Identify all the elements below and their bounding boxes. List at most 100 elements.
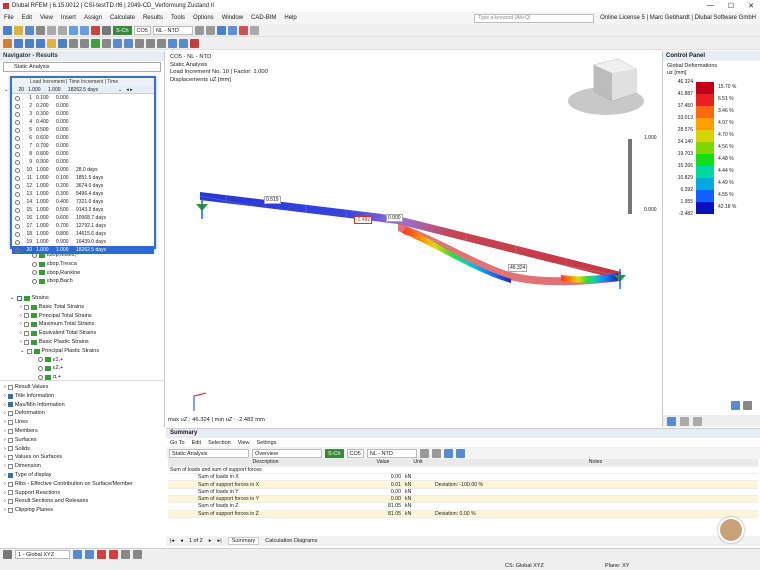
assistant-avatar[interactable] bbox=[718, 517, 744, 543]
move-icon[interactable] bbox=[135, 38, 144, 48]
dropdown-row[interactable]: 15 1.000 0.500 9143.3 days bbox=[12, 206, 154, 214]
menu-results[interactable]: Results bbox=[143, 15, 163, 21]
values-icon[interactable] bbox=[238, 25, 248, 35]
tree-item[interactable]: › Max/Min Information bbox=[4, 401, 133, 410]
tree-item[interactable]: › Support Reactions bbox=[4, 489, 133, 498]
tree-item[interactable]: › Type of display bbox=[4, 471, 133, 480]
table-row[interactable]: Sum of support forces in X 0.01 kN Deviatio… bbox=[168, 480, 758, 489]
dropdown-row[interactable]: 6 0.600 0.000 bbox=[12, 134, 154, 142]
tree-item[interactable]: › Lines bbox=[4, 418, 133, 427]
view-icon[interactable] bbox=[69, 25, 78, 35]
surface-icon[interactable] bbox=[47, 38, 56, 48]
tree-item[interactable]: ⌄ Principal Plastic Strains bbox=[10, 347, 99, 356]
menu-cad-bim[interactable]: CAD-BIM bbox=[251, 15, 276, 21]
tree-item[interactable]: › Principal Total Strains bbox=[10, 312, 99, 321]
tree-item[interactable]: › Maximum Total Strains bbox=[10, 320, 99, 329]
cs-select[interactable]: 1 - Global XYZ bbox=[15, 549, 70, 559]
menu-tools[interactable]: Tools bbox=[171, 15, 185, 21]
tree-item[interactable]: › Equivalent Total Strains bbox=[10, 329, 99, 338]
tree-item[interactable]: εbop,Tresca bbox=[32, 260, 80, 269]
dropdown-row[interactable]: 3 0.300 0.000 bbox=[12, 110, 154, 118]
view-front-icon[interactable] bbox=[168, 38, 177, 48]
tree-strains-root[interactable]: ⌄ Strains bbox=[10, 294, 99, 303]
table-row[interactable]: Sum of support forces in Z 81.05 kN Deviati… bbox=[168, 510, 758, 518]
dropdown-row[interactable]: 12 1.000 0.200 3674.0 days bbox=[12, 182, 154, 190]
summary-next-icon[interactable] bbox=[431, 448, 441, 458]
table-row[interactable]: Sum of loads in Z 81.05 kN bbox=[168, 502, 758, 511]
tree-item[interactable]: › Title Information bbox=[4, 392, 133, 401]
load-increment-dropdown[interactable]: Load Increment | Time Increment | Time 2… bbox=[10, 76, 156, 254]
cp-tab-filter-icon[interactable] bbox=[693, 416, 702, 426]
last-page-icon[interactable]: ▸| bbox=[218, 538, 222, 544]
new-icon[interactable] bbox=[3, 25, 12, 35]
dropdown-row[interactable]: 7 0.700 0.000 bbox=[12, 142, 154, 150]
summary-combo[interactable]: CO5 bbox=[346, 448, 364, 458]
model-view[interactable]: 0.519 -2.482 0.000 46.324 1.000 0.000 ma… bbox=[166, 51, 661, 427]
dropdown-row[interactable]: 20 1.000 1.000 18262.5 days bbox=[12, 246, 154, 254]
summary-filter-icon[interactable] bbox=[443, 448, 453, 458]
hinge-icon[interactable] bbox=[80, 38, 89, 48]
cp-tab-scale-icon[interactable] bbox=[680, 416, 689, 426]
tree-item[interactable]: › Basic Total Strains bbox=[10, 303, 99, 312]
summary-menu-goto[interactable]: Go To bbox=[170, 440, 185, 446]
summary-menu-settings[interactable]: Settings bbox=[257, 440, 277, 446]
arc-draw-icon[interactable] bbox=[109, 549, 118, 559]
combo-select[interactable]: CO5 bbox=[133, 25, 151, 35]
redo-icon[interactable] bbox=[58, 25, 67, 35]
summary-menu-view[interactable]: View bbox=[238, 440, 250, 446]
menu-assign[interactable]: Assign bbox=[84, 15, 102, 21]
table-row[interactable]: Sum of support forces in Y 0.00 kN bbox=[168, 495, 758, 504]
dropdown-row[interactable]: 4 0.400 0.000 bbox=[12, 118, 154, 126]
menu-insert[interactable]: Insert bbox=[61, 15, 76, 21]
table-row[interactable]: Sum of loads in Y 0.00 kN bbox=[168, 488, 758, 497]
support-icon[interactable] bbox=[69, 38, 78, 48]
cp-tab-legend-icon[interactable] bbox=[667, 416, 676, 426]
node-icon[interactable] bbox=[14, 38, 23, 48]
menu-view[interactable]: View bbox=[40, 15, 53, 21]
line-icon[interactable] bbox=[25, 38, 34, 48]
snap-grid-icon[interactable] bbox=[73, 549, 82, 559]
section-icon[interactable] bbox=[133, 549, 142, 559]
member-icon[interactable] bbox=[36, 38, 45, 48]
combo-desc[interactable]: NL - NTD bbox=[152, 25, 193, 35]
undo-icon[interactable] bbox=[47, 25, 56, 35]
first-page-icon[interactable]: |◂ bbox=[170, 538, 174, 544]
menu-help[interactable]: Help bbox=[284, 15, 296, 21]
maximize-icon[interactable]: ☐ bbox=[728, 2, 734, 10]
tree-item[interactable]: εbop,Bach bbox=[32, 277, 80, 286]
dropdown-row[interactable]: 2 0.200 0.000 bbox=[12, 102, 154, 110]
load-icon[interactable] bbox=[91, 38, 100, 48]
menu-window[interactable]: Window bbox=[222, 15, 243, 21]
dropdown-row[interactable]: 11 1.000 0.100 1851.5 days bbox=[12, 174, 154, 182]
snap-icon[interactable] bbox=[124, 38, 133, 48]
summary-overview-select[interactable]: Overview bbox=[252, 448, 322, 458]
dropdown-row[interactable]: 19 1.000 0.900 16439.0 days bbox=[12, 238, 154, 246]
mirror-icon[interactable] bbox=[157, 38, 166, 48]
dropdown-row[interactable]: 8 0.800 0.000 bbox=[12, 150, 154, 158]
dimension-icon[interactable] bbox=[121, 549, 130, 559]
summary-prev-icon[interactable] bbox=[419, 448, 429, 458]
tree-item[interactable]: › Result Sections and Releases bbox=[4, 497, 133, 506]
dropdown-row[interactable]: 17 1.000 0.700 12792.1 days bbox=[12, 222, 154, 230]
tree-item[interactable]: › Deformation bbox=[4, 409, 133, 418]
tree-item[interactable]: εbop,Rankine bbox=[32, 269, 80, 278]
tree-item[interactable]: › Clipping Planes bbox=[4, 506, 133, 515]
tree-item[interactable]: › Members bbox=[4, 427, 133, 436]
summary-menu-edit[interactable]: Edit bbox=[192, 440, 201, 446]
search-input[interactable]: Type a keyword (Alt+Q) bbox=[474, 13, 595, 23]
dropdown-row[interactable]: 9 0.900 0.000 bbox=[12, 158, 154, 166]
delete-icon[interactable] bbox=[190, 38, 199, 48]
cp-export-icon[interactable] bbox=[743, 401, 752, 410]
menu-file[interactable]: File bbox=[4, 15, 14, 21]
cp-settings-icon[interactable] bbox=[731, 401, 740, 410]
open-icon[interactable] bbox=[14, 25, 23, 35]
prev-icon[interactable] bbox=[194, 25, 204, 35]
dropdown-row[interactable]: 16 1.000 0.600 10968.7 days bbox=[12, 214, 154, 222]
display-icon[interactable] bbox=[216, 25, 226, 35]
tree-item[interactable]: › Basic Plastic Strains bbox=[10, 338, 99, 347]
next-icon[interactable] bbox=[205, 25, 215, 35]
tree-item[interactable]: ε2,+ bbox=[10, 364, 99, 373]
dropdown-current[interactable]: 20 1.000 1.000 18262.5 days ⌄ ◂ ▸ bbox=[12, 86, 154, 94]
view-cube[interactable] bbox=[568, 58, 644, 115]
solid-icon[interactable] bbox=[58, 38, 67, 48]
